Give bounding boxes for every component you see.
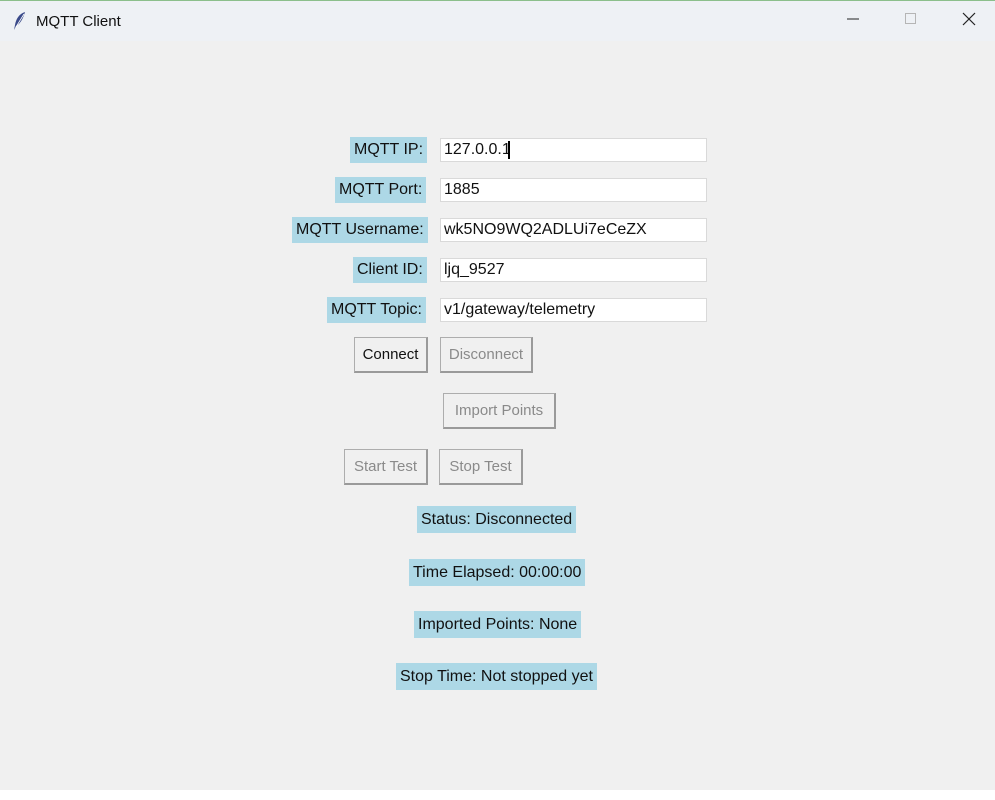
mqtt-ip-input[interactable] (440, 138, 707, 162)
stop-time-label: Stop Time: Not stopped yet (396, 663, 597, 690)
title-bar[interactable]: MQTT Client (0, 1, 995, 41)
feather-icon (13, 11, 27, 31)
stop-test-button[interactable]: Stop Test (439, 449, 523, 485)
mqtt-username-label: MQTT Username: (292, 217, 428, 243)
close-icon (962, 12, 976, 31)
mqtt-username-input[interactable] (440, 218, 707, 242)
mqtt-port-label: MQTT Port: (335, 177, 427, 203)
minimize-icon (847, 12, 859, 30)
client-id-label: Client ID: (353, 257, 427, 283)
connect-button[interactable]: Connect (354, 337, 428, 373)
text-caret (508, 141, 510, 159)
close-button[interactable] (940, 1, 995, 41)
client-id-input[interactable] (440, 258, 707, 282)
mqtt-topic-input[interactable] (440, 298, 707, 322)
app-window: MQTT Client MQTT IP: MQTT Port: MQTT Use… (0, 0, 995, 790)
mqtt-topic-label: MQTT Topic: (327, 297, 426, 323)
maximize-icon (905, 12, 917, 30)
imported-points-label: Imported Points: None (414, 611, 582, 638)
time-elapsed-label: Time Elapsed: 00:00:00 (409, 559, 586, 586)
disconnect-button[interactable]: Disconnect (440, 337, 533, 373)
import-points-button[interactable]: Import Points (443, 393, 556, 429)
mqtt-ip-label: MQTT IP: (350, 137, 428, 163)
mqtt-port-input[interactable] (440, 178, 707, 202)
minimize-button[interactable] (824, 1, 882, 41)
connection-status: Status: Disconnected (417, 506, 577, 533)
window-title: MQTT Client (36, 13, 121, 30)
start-test-button[interactable]: Start Test (344, 449, 428, 485)
maximize-button[interactable] (882, 1, 940, 41)
